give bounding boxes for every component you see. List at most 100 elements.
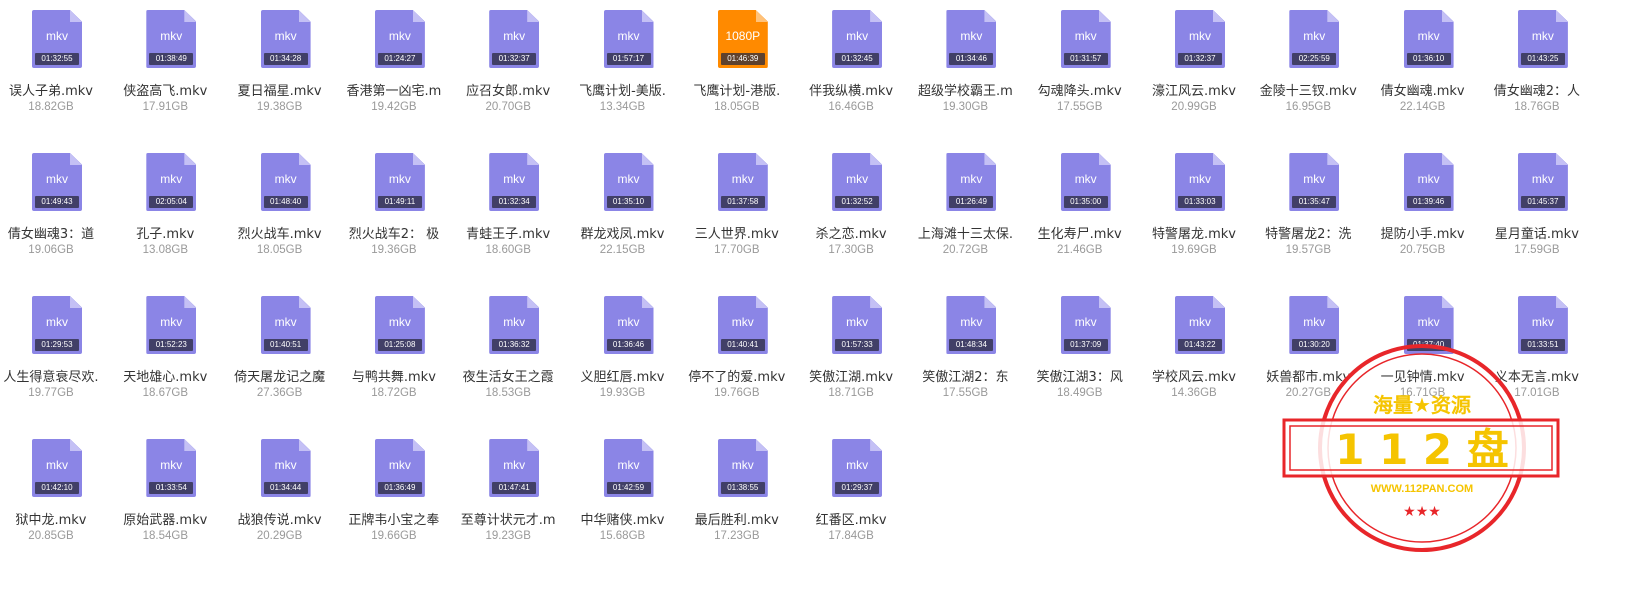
file-tile[interactable]: mkv 02:05:04 孔子.mkv 13.08GB: [106, 143, 224, 283]
video-file-icon[interactable]: mkv 01:32:52: [832, 153, 883, 211]
file-name[interactable]: 夏日福星.mkv: [221, 80, 339, 99]
file-name[interactable]: 红番区.mkv: [792, 509, 910, 528]
video-file-icon[interactable]: mkv 01:29:53: [32, 296, 82, 354]
file-name[interactable]: 倩女幽魂2：人: [1478, 80, 1596, 99]
video-file-icon[interactable]: mkv 01:25:08: [374, 296, 425, 354]
file-tile[interactable]: mkv 01:24:27 香港第一凶宅.m 19.42GB: [335, 0, 453, 140]
file-tile[interactable]: mkv 01:57:33 笑傲江湖.mkv 18.71GB: [792, 286, 910, 426]
video-file-icon[interactable]: mkv 01:39:46: [1403, 153, 1454, 211]
video-file-icon[interactable]: mkv 01:37:58: [717, 153, 768, 211]
video-file-icon[interactable]: mkv 01:35:47: [1289, 153, 1340, 211]
file-name[interactable]: 倚天屠龙记之魔: [221, 366, 339, 385]
file-tile[interactable]: 1080P 01:46:39 飞鹰计划-港版. 18.05GB: [678, 0, 796, 140]
file-name[interactable]: 香港第一凶宅.m: [335, 80, 453, 99]
video-file-icon[interactable]: mkv 01:35:00: [1060, 153, 1111, 211]
file-tile[interactable]: mkv 01:34:44 战狼传说.mkv 20.29GB: [221, 429, 339, 569]
file-tile[interactable]: mkv 01:25:08 与鸭共舞.mkv 18.72GB: [335, 286, 453, 426]
file-name[interactable]: 杀之恋.mkv: [792, 223, 910, 242]
video-file-icon[interactable]: mkv 01:33:54: [146, 439, 197, 497]
video-file-icon[interactable]: mkv 01:32:37: [489, 10, 540, 68]
file-tile[interactable]: mkv 01:40:51 倚天屠龙记之魔 27.36GB: [221, 286, 339, 426]
file-tile[interactable]: mkv 01:29:37 红番区.mkv 17.84GB: [792, 429, 910, 569]
file-name[interactable]: 飞鹰计划-美版.: [564, 80, 682, 99]
file-tile[interactable]: mkv 01:35:00 生化寿尸.mkv 21.46GB: [1021, 143, 1139, 283]
video-file-icon[interactable]: mkv 01:34:28: [260, 10, 311, 68]
file-tile[interactable]: mkv 01:37:40 一见钟情.mkv 16.71GB: [1364, 286, 1482, 426]
file-name[interactable]: 孔子.mkv: [106, 223, 224, 242]
file-tile[interactable]: mkv 01:26:49 上海滩十三太保. 20.72GB: [906, 143, 1024, 283]
file-name[interactable]: 一见钟情.mkv: [1364, 366, 1482, 385]
file-name[interactable]: 战狼传说.mkv: [221, 509, 339, 528]
video-file-icon[interactable]: mkv 01:43:22: [1175, 296, 1225, 354]
file-name[interactable]: 上海滩十三太保.: [906, 223, 1024, 242]
video-file-icon[interactable]: mkv 01:37:40: [1403, 296, 1454, 354]
video-file-icon[interactable]: mkv 01:57:17: [603, 10, 654, 68]
file-tile[interactable]: mkv 01:32:37 应召女郎.mkv 20.70GB: [449, 0, 567, 140]
file-name[interactable]: 濠江风云.mkv: [1135, 80, 1253, 99]
file-tile[interactable]: mkv 01:47:41 至尊计状元才.m 19.23GB: [449, 429, 567, 569]
file-name[interactable]: 与鸭共舞.mkv: [335, 366, 453, 385]
file-name[interactable]: 停不了的爱.mkv: [678, 366, 796, 385]
video-file-icon[interactable]: mkv 01:48:34: [946, 296, 997, 354]
video-file-icon[interactable]: mkv 01:35:10: [603, 153, 654, 211]
file-name[interactable]: 金陵十三钗.mkv: [1249, 80, 1367, 99]
file-tile[interactable]: mkv 01:52:23 天地雄心.mkv 18.67GB: [106, 286, 224, 426]
file-name[interactable]: 三人世界.mkv: [678, 223, 796, 242]
video-file-icon[interactable]: mkv 01:34:44: [260, 439, 311, 497]
video-file-icon[interactable]: mkv 01:30:20: [1289, 296, 1340, 354]
file-name[interactable]: 妖兽都市.mkv: [1249, 366, 1367, 385]
video-file-icon[interactable]: mkv 01:29:37: [832, 439, 883, 497]
file-tile[interactable]: mkv 01:30:20 妖兽都市.mkv 20.27GB: [1249, 286, 1367, 426]
file-name[interactable]: 勾魂降头.mkv: [1021, 80, 1139, 99]
file-name[interactable]: 笑傲江湖3：风: [1021, 366, 1139, 385]
file-tile[interactable]: mkv 01:43:25 倩女幽魂2：人 18.76GB: [1478, 0, 1596, 140]
file-tile[interactable]: mkv 01:48:40 烈火战车.mkv 18.05GB: [221, 143, 339, 283]
file-tile[interactable]: mkv 01:37:58 三人世界.mkv 17.70GB: [678, 143, 796, 283]
file-name[interactable]: 星月童话.mkv: [1478, 223, 1596, 242]
file-tile[interactable]: mkv 01:42:10 狱中龙.mkv 20.85GB: [0, 429, 110, 569]
video-file-icon[interactable]: mkv 01:36:10: [1403, 10, 1454, 68]
file-tile[interactable]: mkv 01:31:57 勾魂降头.mkv 17.55GB: [1021, 0, 1139, 140]
file-tile[interactable]: mkv 01:29:53 人生得意衰尽欢. 19.77GB: [0, 286, 110, 426]
file-tile[interactable]: mkv 01:32:34 青蛙王子.mkv 18.60GB: [449, 143, 567, 283]
file-tile[interactable]: mkv 01:39:46 提防小手.mkv 20.75GB: [1364, 143, 1482, 283]
video-file-icon[interactable]: mkv 01:32:37: [1175, 10, 1225, 68]
file-tile[interactable]: mkv 01:35:10 群龙戏凤.mkv 22.15GB: [564, 143, 682, 283]
file-name[interactable]: 烈火战车.mkv: [221, 223, 339, 242]
file-tile[interactable]: mkv 01:36:32 夜生活女王之霞 18.53GB: [449, 286, 567, 426]
file-name[interactable]: 狱中龙.mkv: [0, 509, 110, 528]
file-tile[interactable]: mkv 01:48:34 笑傲江湖2：东 17.55GB: [906, 286, 1024, 426]
video-file-icon[interactable]: mkv 01:42:59: [603, 439, 654, 497]
file-tile[interactable]: mkv 01:34:28 夏日福星.mkv 19.38GB: [221, 0, 339, 140]
file-name[interactable]: 原始武器.mkv: [106, 509, 224, 528]
file-tile[interactable]: mkv 01:36:49 正牌韦小宝之奉 19.66GB: [335, 429, 453, 569]
file-name[interactable]: 笑傲江湖.mkv: [792, 366, 910, 385]
file-tile[interactable]: mkv 01:33:54 原始武器.mkv 18.54GB: [106, 429, 224, 569]
file-tile[interactable]: mkv 01:57:17 飞鹰计划-美版. 13.34GB: [564, 0, 682, 140]
video-file-icon[interactable]: mkv 01:36:49: [374, 439, 425, 497]
file-name[interactable]: 特警屠龙.mkv: [1135, 223, 1253, 242]
file-name[interactable]: 夜生活女王之霞: [449, 366, 567, 385]
video-file-icon[interactable]: mkv 01:48:40: [260, 153, 311, 211]
video-file-icon[interactable]: mkv 02:25:59: [1289, 10, 1340, 68]
file-name[interactable]: 超级学校霸王.m: [906, 80, 1024, 99]
file-name[interactable]: 天地雄心.mkv: [106, 366, 224, 385]
file-name[interactable]: 飞鹰计划-港版.: [678, 80, 796, 99]
video-file-icon[interactable]: mkv 01:49:43: [32, 153, 82, 211]
file-tile[interactable]: mkv 01:34:46 超级学校霸王.m 19.30GB: [906, 0, 1024, 140]
file-name[interactable]: 义本无言.mkv: [1478, 366, 1596, 385]
file-tile[interactable]: mkv 01:35:47 特警屠龙2：洗 19.57GB: [1249, 143, 1367, 283]
video-file-icon[interactable]: mkv 01:33:03: [1175, 153, 1225, 211]
file-name[interactable]: 误人子弟.mkv: [0, 80, 110, 99]
video-file-icon[interactable]: mkv 01:34:46: [946, 10, 997, 68]
file-tile[interactable]: mkv 01:40:41 停不了的爱.mkv 19.76GB: [678, 286, 796, 426]
video-file-icon[interactable]: mkv 01:32:45: [832, 10, 883, 68]
file-tile[interactable]: mkv 01:38:49 侠盗高飞.mkv 17.91GB: [106, 0, 224, 140]
file-tile[interactable]: mkv 01:49:11 烈火战车2： 极 19.36GB: [335, 143, 453, 283]
video-file-icon[interactable]: mkv 01:36:46: [603, 296, 654, 354]
file-name[interactable]: 人生得意衰尽欢.: [0, 366, 110, 385]
file-name[interactable]: 群龙戏凤.mkv: [564, 223, 682, 242]
file-name[interactable]: 倩女幽魂.mkv: [1364, 80, 1482, 99]
video-file-icon[interactable]: mkv 01:43:25: [1517, 10, 1568, 68]
video-file-icon[interactable]: mkv 01:31:57: [1060, 10, 1111, 68]
